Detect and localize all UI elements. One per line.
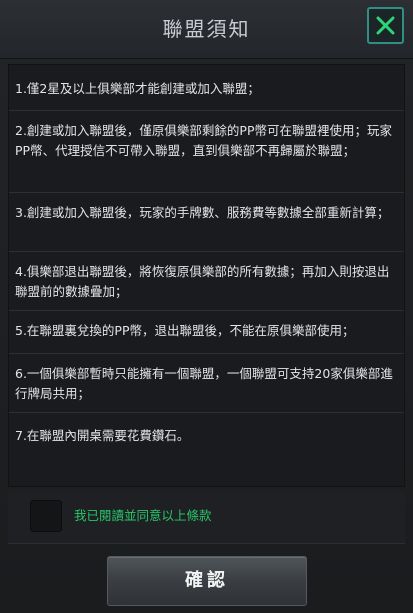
rule-divider <box>9 251 404 252</box>
rule-divider <box>9 353 404 354</box>
rule-item-5: 5.在聯盟裏兌換的PP幣，退出聯盟後，不能在原俱樂部使用； <box>15 323 355 338</box>
rule-divider <box>9 192 404 193</box>
agree-checkbox[interactable] <box>30 500 62 532</box>
agree-label[interactable]: 我已閱讀並同意以上條款 <box>74 491 212 541</box>
rule-item-6: 6.一個俱樂部暫時只能擁有一個聯盟，一個聯盟可支持20家俱樂部進行牌局共用； <box>15 366 393 401</box>
rule-divider <box>9 412 404 413</box>
agreement-row: 我已閱讀並同意以上條款 <box>8 491 405 543</box>
rule-divider <box>9 310 404 311</box>
close-button[interactable] <box>367 7 404 44</box>
title-bar: 聯盟須知 <box>0 0 413 59</box>
confirm-button[interactable]: 確認 <box>107 556 307 606</box>
footer-divider <box>8 543 405 544</box>
rule-item-4: 4.俱樂部退出聯盟後，將恢復原俱樂部的所有數據；再加入則按退出聯盟前的數據疊加； <box>15 264 390 299</box>
rule-item-1: 1.僅2星及以上俱樂部才能創建或加入聯盟； <box>15 81 260 96</box>
dialog-title: 聯盟須知 <box>162 17 251 41</box>
alliance-notice-dialog: 聯盟須知 1.僅2星及以上俱樂部才能創建或加入聯盟； 2.創建或加入聯盟後，僅原… <box>0 0 413 613</box>
rule-divider <box>9 110 404 111</box>
rule-item-2: 2.創建或加入聯盟後，僅原俱樂部剩餘的PP幣可在聯盟裡使用；玩家PP幣、代理授信… <box>15 123 393 158</box>
rules-panel: 1.僅2星及以上俱樂部才能創建或加入聯盟； 2.創建或加入聯盟後，僅原俱樂部剩餘… <box>8 64 405 487</box>
close-icon <box>376 16 395 35</box>
rule-item-7: 7.在聯盟內開桌需要花費鑽石。 <box>15 428 190 443</box>
rule-item-3: 3.創建或加入聯盟後，玩家的手牌數、服務費等數據全部重新計算； <box>15 205 390 220</box>
